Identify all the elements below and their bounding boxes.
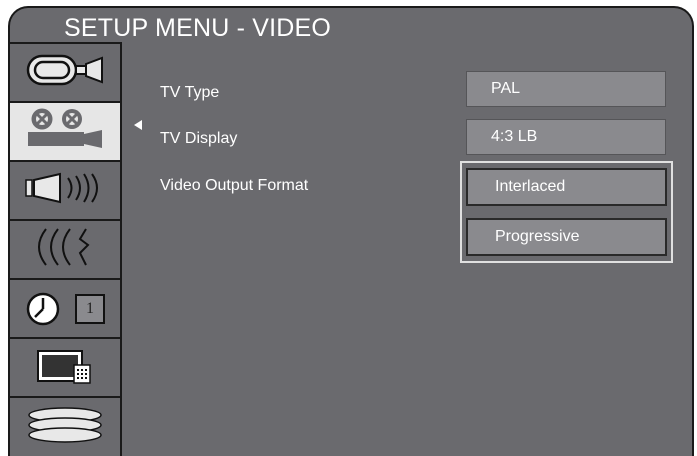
option-progressive[interactable]: Progressive [466,218,667,256]
sidebar-item-video-camera[interactable] [10,44,120,103]
selection-arrow-icon [134,120,142,130]
tv-type-label: TV Type [160,84,220,101]
sidebar-item-preferences[interactable] [10,398,120,456]
video-output-options: Interlaced Progressive [460,161,673,263]
disc-stack-icon [23,403,107,452]
clock-digit: 1 [75,293,105,324]
sidebar-item-display[interactable] [10,339,120,398]
tv-display-label: TV Display [160,130,238,147]
waves-icon [20,225,110,274]
sidebar-item-audio[interactable] [10,162,120,221]
speaker-icon [20,168,110,213]
tv-remote-icon [30,345,100,390]
clock-icon: 1 [25,291,105,327]
sidebar: 1 [10,42,122,456]
option-interlaced[interactable]: Interlaced [466,168,667,206]
sidebar-item-timer[interactable]: 1 [10,280,120,339]
sidebar-item-language[interactable] [10,221,120,280]
film-projector-icon [20,106,110,157]
video-output-format-label: Video Output Format [160,177,309,194]
page-title: SETUP MENU - VIDEO [64,14,332,42]
video-camera-icon [22,50,108,95]
tv-display-field[interactable]: 4:3 LB [466,119,666,155]
sidebar-item-video[interactable] [10,103,120,162]
tv-type-field[interactable]: PAL [466,71,666,107]
